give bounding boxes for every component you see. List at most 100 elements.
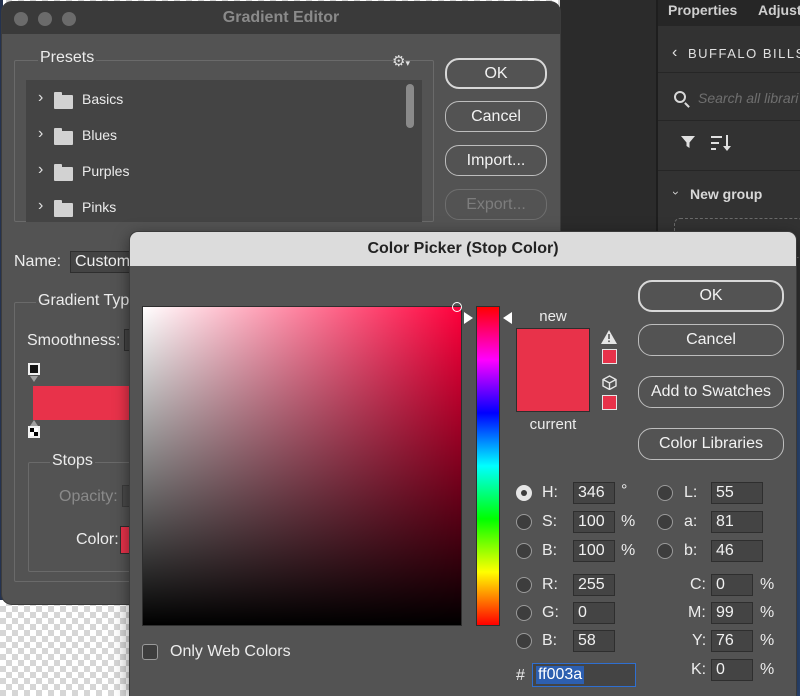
blue-label: B:: [542, 632, 558, 649]
picker-ok-button[interactable]: OK: [638, 280, 784, 312]
brightness-field[interactable]: 100: [573, 540, 615, 562]
library-title: BUFFALO BILLS: [688, 46, 800, 61]
add-to-swatches-button[interactable]: Add to Swatches: [638, 376, 784, 408]
presets-list: › Basics › Blues › Purples › Pinks: [26, 80, 422, 222]
cyan-unit: %: [760, 576, 775, 593]
import-button[interactable]: Import...: [445, 145, 547, 176]
presets-scrollbar-thumb[interactable]: [406, 84, 414, 128]
preset-row-basics[interactable]: › Basics: [26, 80, 404, 116]
hue-radio[interactable]: [516, 485, 532, 501]
hue-field[interactable]: 346: [573, 482, 615, 504]
lab-l-radio[interactable]: [657, 485, 673, 501]
preset-label: Purples: [82, 163, 130, 179]
hex-label: #: [516, 667, 525, 684]
group-chevron-icon[interactable]: ›: [669, 191, 683, 195]
cyan-label: C:: [690, 576, 706, 593]
gamut-warning-icon[interactable]: [601, 330, 617, 344]
lab-a-field[interactable]: 81: [711, 511, 763, 533]
black-unit: %: [760, 661, 775, 678]
hex-field[interactable]: ff003a: [532, 663, 636, 687]
opacity-stop-marker[interactable]: [28, 363, 40, 375]
preset-row-blues[interactable]: › Blues: [26, 116, 404, 152]
toolbar-divider: [658, 120, 800, 121]
magenta-label: M:: [688, 604, 706, 621]
sort-icon[interactable]: [710, 134, 732, 152]
blue-strip: [796, 370, 800, 696]
folder-icon: [54, 199, 73, 219]
color-picker-title: Color Picker (Stop Color): [367, 240, 559, 257]
only-web-colors-checkbox[interactable]: [142, 644, 158, 660]
filter-icon[interactable]: [680, 134, 696, 150]
saturation-brightness-field[interactable]: [142, 306, 462, 626]
current-color-label: current: [529, 416, 577, 433]
red-field[interactable]: 255: [573, 574, 615, 596]
current-color-swatch[interactable]: [516, 370, 590, 412]
new-color-label: new: [539, 308, 567, 325]
stops-label: Stops: [50, 452, 95, 470]
red-radio[interactable]: [516, 577, 532, 593]
tab-properties[interactable]: Properties: [668, 2, 737, 18]
gradient-cancel-button[interactable]: Cancel: [445, 101, 547, 132]
gradient-ok-button[interactable]: OK: [445, 58, 547, 89]
lab-b-field[interactable]: 46: [711, 540, 763, 562]
library-search-input[interactable]: Search all librari: [698, 90, 798, 106]
color-stop-marker[interactable]: [28, 426, 40, 438]
green-field[interactable]: 0: [573, 602, 615, 624]
magenta-unit: %: [760, 604, 775, 621]
brightness-radio[interactable]: [516, 543, 532, 559]
blue-radio[interactable]: [516, 633, 532, 649]
search-divider: [658, 72, 800, 73]
preset-label: Pinks: [82, 199, 117, 215]
lab-b-label: b:: [684, 542, 698, 559]
name-label: Name:: [14, 253, 62, 270]
lab-a-label: a:: [684, 513, 698, 530]
back-chevron-icon[interactable]: ‹: [672, 44, 677, 62]
picker-cancel-button[interactable]: Cancel: [638, 324, 784, 356]
hue-slider[interactable]: [476, 306, 500, 626]
lab-l-label: L:: [684, 484, 698, 501]
color-libraries-button[interactable]: Color Libraries: [638, 428, 784, 460]
folder-icon: [54, 163, 73, 183]
new-color-swatch: [516, 328, 590, 370]
cyan-field[interactable]: 0: [711, 574, 753, 596]
expand-chevron-icon[interactable]: ›: [38, 125, 43, 143]
presets-gear-icon[interactable]: ⚙▾: [392, 52, 410, 70]
folder-icon: [54, 127, 73, 147]
folder-icon: [54, 91, 73, 111]
preset-row-pinks[interactable]: › Pinks: [26, 188, 404, 222]
color-field-cursor[interactable]: [452, 302, 462, 312]
search-icon: [674, 91, 686, 103]
lab-b-radio[interactable]: [657, 543, 673, 559]
blue-field[interactable]: 58: [573, 630, 615, 652]
group-label[interactable]: New group: [690, 186, 762, 202]
expand-chevron-icon[interactable]: ›: [38, 89, 43, 107]
hue-unit: °: [621, 482, 628, 499]
gamut-warning-swatch[interactable]: [602, 349, 617, 364]
green-radio[interactable]: [516, 605, 532, 621]
preset-row-purples[interactable]: › Purples: [26, 152, 404, 188]
magenta-field[interactable]: 99: [711, 602, 753, 624]
gradient-editor-title: Gradient Editor: [222, 9, 340, 26]
hue-label: H:: [542, 484, 558, 501]
black-field[interactable]: 0: [711, 659, 753, 681]
saturation-field[interactable]: 100: [573, 511, 615, 533]
color-picker-dialog: Color Picker (Stop Color) new current OK…: [130, 232, 796, 696]
web-safe-cube-icon[interactable]: [602, 375, 617, 390]
hue-slider-left-arrow[interactable]: [464, 312, 473, 325]
export-button[interactable]: Export...: [445, 189, 547, 220]
lab-a-radio[interactable]: [657, 514, 673, 530]
web-safe-swatch[interactable]: [602, 395, 617, 410]
red-label: R:: [542, 576, 558, 593]
lab-l-field[interactable]: 55: [711, 482, 763, 504]
tab-adjust[interactable]: Adjust: [758, 2, 800, 18]
yellow-field[interactable]: 76: [711, 630, 753, 652]
yellow-unit: %: [760, 632, 775, 649]
preset-label: Blues: [82, 127, 118, 143]
color-label: Color:: [76, 531, 119, 548]
saturation-radio[interactable]: [516, 514, 532, 530]
presets-label: Presets: [38, 49, 97, 67]
saturation-label: S:: [542, 513, 558, 530]
expand-chevron-icon[interactable]: ›: [38, 197, 43, 215]
hue-slider-right-arrow[interactable]: [503, 312, 512, 325]
expand-chevron-icon[interactable]: ›: [38, 161, 43, 179]
